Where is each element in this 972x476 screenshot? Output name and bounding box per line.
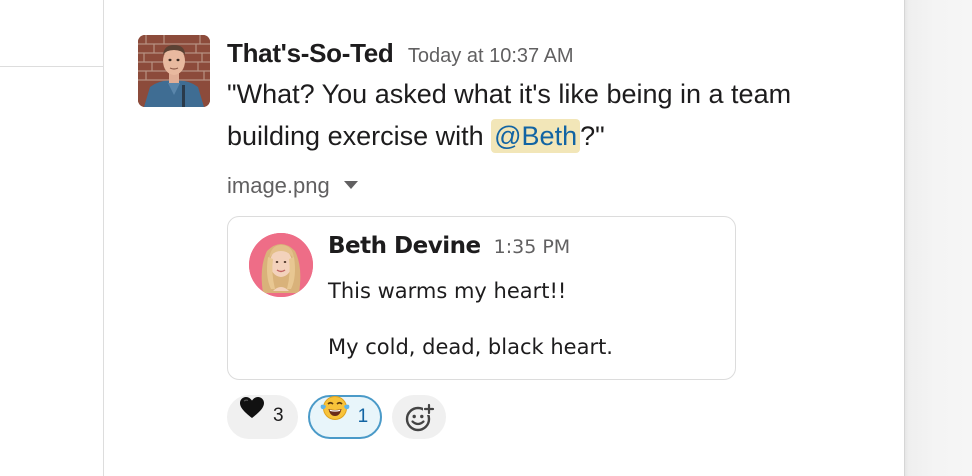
left-panel bbox=[0, 0, 104, 476]
divider bbox=[0, 66, 104, 67]
embedded-message-line: This warms my heart!! bbox=[328, 279, 567, 303]
sender-name[interactable]: That's-So-Ted bbox=[227, 38, 394, 68]
scroll-gutter[interactable] bbox=[904, 0, 972, 476]
message-body: That's-So-Ted Today at 10:37 AM "What? Y… bbox=[227, 35, 887, 443]
attachment-header[interactable]: image.png bbox=[227, 171, 887, 201]
app-window: That's-So-Ted Today at 10:37 AM "What? Y… bbox=[0, 0, 972, 476]
reaction-count: 3 bbox=[273, 405, 284, 426]
attachment-filename[interactable]: image.png bbox=[227, 173, 330, 198]
reaction-black-heart[interactable]: 3 bbox=[227, 395, 298, 439]
chevron-down-icon[interactable] bbox=[343, 181, 358, 190]
attachment-image[interactable]: Beth Devine 1:35 PM This warms my heart!… bbox=[227, 216, 736, 380]
add-reaction-button[interactable] bbox=[392, 395, 447, 439]
embedded-message-line: My cold, dead, black heart. bbox=[328, 335, 613, 359]
embedded-timestamp: 1:35 PM bbox=[493, 236, 571, 258]
reaction-count: 1 bbox=[357, 405, 369, 427]
timestamp[interactable]: Today at 10:37 AM bbox=[408, 45, 574, 67]
embedded-sender-name: Beth Devine bbox=[328, 233, 481, 259]
face-with-tears-of-joy-icon bbox=[320, 395, 350, 436]
embedded-message-header: Beth Devine 1:35 PM bbox=[328, 233, 570, 259]
divider bbox=[103, 0, 104, 476]
reactions-bar: 3 1 bbox=[227, 395, 887, 443]
avatar[interactable] bbox=[138, 35, 210, 107]
black-heart-icon bbox=[239, 395, 265, 435]
user-mention[interactable]: @Beth bbox=[491, 119, 581, 153]
message-header: That's-So-Ted Today at 10:37 AM bbox=[227, 35, 887, 71]
message-text: "What? You asked what it's like being in… bbox=[227, 73, 887, 157]
add-reaction-icon bbox=[405, 403, 436, 432]
message-text-part: ?" bbox=[580, 121, 605, 151]
avatar bbox=[249, 233, 313, 297]
reaction-tears-of-joy[interactable]: 1 bbox=[307, 395, 383, 439]
